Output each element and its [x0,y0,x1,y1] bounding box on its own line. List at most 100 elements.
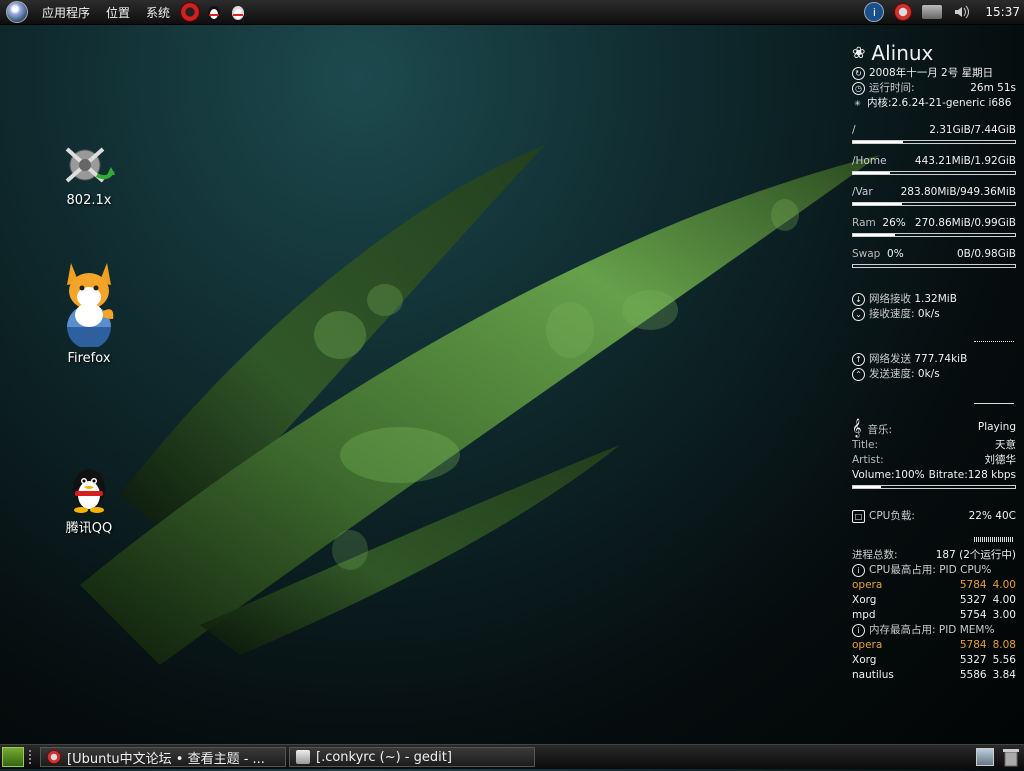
music-title: 天意 [995,439,1016,451]
net-down-row: ↓ 网络接收 1.32MiB [852,292,1016,307]
show-desktop-icon[interactable] [2,747,24,767]
date-row: ↻ 2008年十一月 2号 星期日 [852,66,1016,81]
process-percent: 8.08 [992,639,1016,651]
process-stats: 5586 3.84 [960,668,1016,683]
menu-system[interactable]: 系统 [138,4,178,21]
ram-percent: 26% [882,217,906,229]
trash-icon[interactable] [1002,747,1020,767]
process-percent: 5.56 [992,654,1016,666]
process-pid: 5784 [959,579,987,591]
cpu-value: 22% 40C [968,510,1016,522]
qq-penguin-icon [65,465,113,513]
disk-var-label: /Var [852,186,873,198]
main-menu-logo-icon[interactable] [6,1,28,23]
bottom-panel: [Ubuntu中文论坛 • 查看主题 - ... [.conkyrc (~) -… [0,744,1024,769]
process-name: nautilus [852,669,894,681]
uptime-label: 运行时间: [869,82,915,94]
procs-label: 进程总数: [852,549,898,561]
opera-launcher-icon[interactable] [180,2,201,22]
music-volume: Volume:100% [852,469,925,481]
mem-process-row: nautilus 5586 3.84 [852,668,1016,683]
desktop-icon-8021x[interactable]: 802.1x [44,137,134,208]
cpu-top-header-text: CPU最高占用: PID CPU% [869,564,992,576]
disk-root-bar-fill [853,141,904,143]
uptime-row: ◷ 运行时间: 26m 51s [852,81,1016,96]
process-pid: 5586 [959,669,987,681]
process-percent: 3.00 [992,609,1016,621]
window-list-handle-icon[interactable] [29,750,37,764]
process-name: Xorg [852,654,877,666]
net-down-value: 1.32MiB [914,293,957,305]
process-pid: 5754 [959,609,987,621]
date-text: 2008年十一月 2号 星期日 [869,67,994,79]
desktop-icon-firefox[interactable]: Firefox [44,255,134,366]
chevron-down-icon: ⌄ [852,308,865,321]
process-percent: 4.00 [992,579,1016,591]
process-percent: 3.84 [992,669,1016,681]
cpu-label: CPU负载: [869,510,915,522]
disk-root-row: / 2.31GiB/7.44GiB [852,123,1016,138]
menu-places[interactable]: 位置 [98,4,138,21]
kernel-text: 内核:2.6.24-21-generic i686 [867,97,1012,109]
ram-label: Ram [852,217,876,229]
download-arrow-icon: ↓ [852,293,865,306]
net-up-label: 网络发送 [869,353,911,365]
menu-applications[interactable]: 应用程序 [34,4,98,21]
gedit-icon [296,750,310,764]
swap-label: Swap [852,248,881,260]
disk-home-label: /Home [852,155,887,167]
ram-row: Ram 26% 270.86MiB/0.99GiB [852,216,1016,231]
tray-app-icon[interactable] [894,3,913,21]
firefox-icon [57,255,121,349]
info-tray-icon[interactable]: i [864,2,885,22]
process-stats: 5327 5.56 [960,653,1016,668]
cpu-top-list: opera 5784 4.00 Xorg 5327 4.00 mpd 5754 3.00 [852,578,1016,623]
disk-root-value: 2.31GiB/7.44GiB [929,124,1016,136]
process-name: opera [852,579,883,591]
disk-home-value: 443.21MiB/1.92GiB [914,155,1016,167]
music-status-row: 𝄞 音乐: Playing [852,420,1016,438]
mem-top-header-text: 内存最高占用: PID MEM% [869,624,995,636]
volume-tray-icon[interactable] [952,3,970,21]
network-tray-icon[interactable] [922,5,943,19]
music-title-label: Title: [852,439,879,451]
top-panel: 应用程序 位置 系统 i 15:37 [0,0,1024,25]
cpu-graph [852,530,1016,544]
disk-home-row: /Home 443.21MiB/1.92GiB [852,154,1016,169]
mem-process-row: Xorg 5327 5.56 [852,653,1016,668]
cpu-top-header: i CPU最高占用: PID CPU% [852,563,1016,578]
net-up-graph [852,392,1016,406]
process-pid: 5327 [959,654,987,666]
music-bitrate: Bitrate:128 kbps [928,469,1016,481]
disk-home-bar [852,171,1016,175]
desktop-icon-label: 腾讯QQ [65,521,113,536]
taskbar-item-browser[interactable]: [Ubuntu中文论坛 • 查看主题 - ... [40,747,286,767]
process-name: mpd [852,609,876,621]
info-icon: i [852,624,865,637]
conky-title: ❀ Alinux [852,40,1016,66]
net-up-speed-row: ⌃ 发送速度: 0k/s [852,367,1016,382]
network-auth-icon [61,137,117,189]
hostname: Alinux [871,41,934,65]
taskbar-item-label: [Ubuntu中文论坛 • 查看主题 - ... [67,751,265,767]
panel-clock[interactable]: 15:37 [985,5,1020,19]
disk-var-value: 283.80MiB/949.36MiB [900,186,1016,198]
desktop-icon-label: 802.1x [66,193,112,208]
desktop-icon-qq[interactable]: 腾讯QQ [44,465,134,536]
cpu-row: □ CPU负载: 22% 40C [852,509,1016,524]
qq-alt-launcher-icon[interactable] [228,2,248,22]
chevron-up-icon: ⌃ [852,368,865,381]
process-stats: 5784 8.08 [960,638,1016,653]
workspace-switcher-icon[interactable] [976,748,994,766]
music-progress-fill [853,486,881,488]
swap-row: Swap 0% 0B/0.98GiB [852,247,1016,262]
qq-launcher-icon[interactable] [204,2,224,22]
cpu-process-row: Xorg 5327 4.00 [852,593,1016,608]
disk-var-row: /Var 283.80MiB/949.36MiB [852,185,1016,200]
net-up-value: 777.74kiB [914,353,968,365]
music-note-icon: 𝄞 [852,418,862,437]
net-down-speed: 0k/s [917,308,940,320]
swap-value: 0B/0.98GiB [956,248,1016,260]
taskbar-item-gedit[interactable]: [.conkyrc (~) - gedit] [289,747,535,767]
net-down-label: 网络接收 [869,293,911,305]
